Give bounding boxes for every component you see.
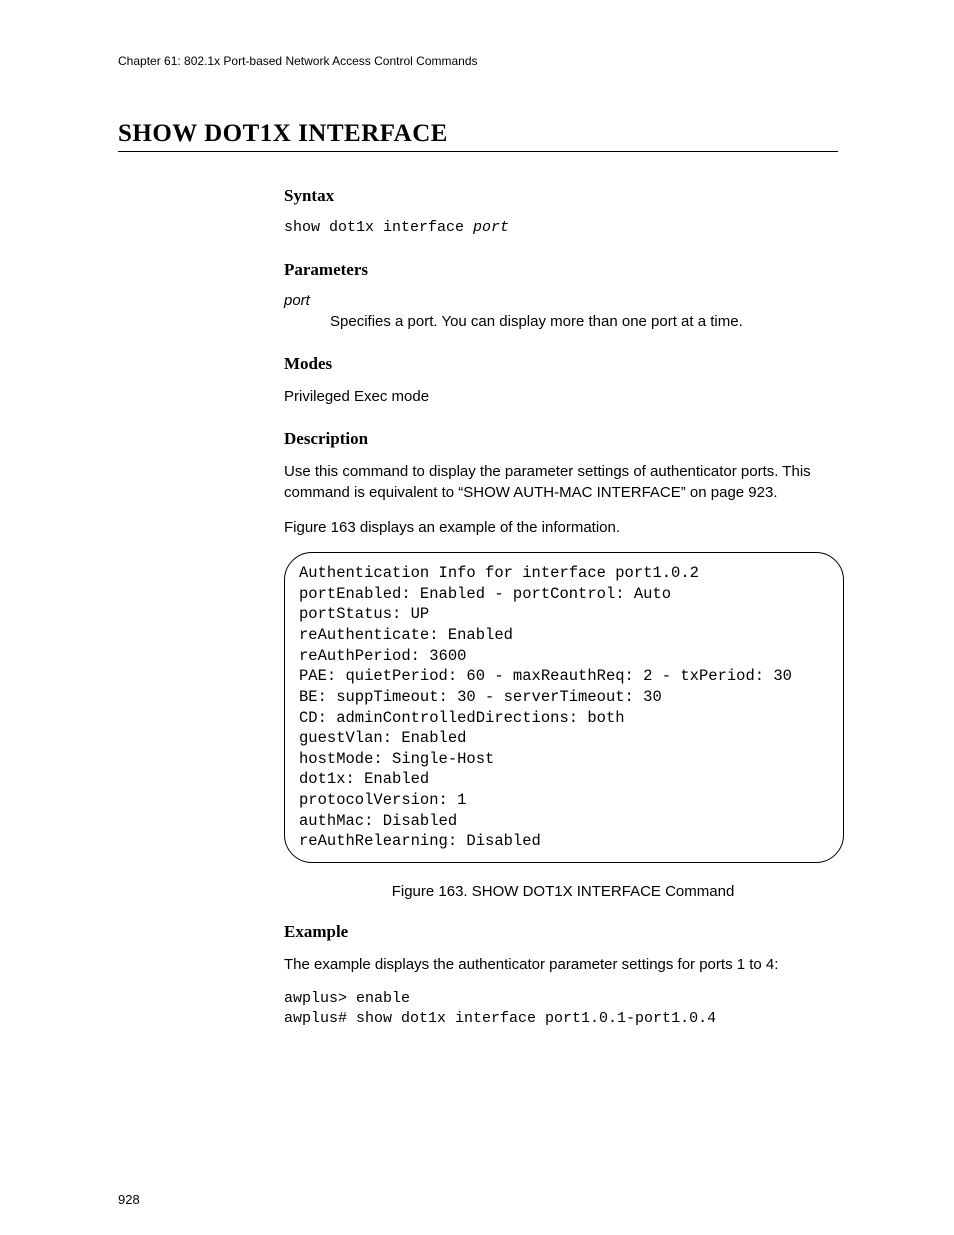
param-item: port Specifies a port. You can display m… <box>284 292 842 332</box>
description-heading: Description <box>284 429 842 449</box>
syntax-heading: Syntax <box>284 186 842 206</box>
param-desc: Specifies a port. You can display more t… <box>330 311 842 332</box>
figure-caption: Figure 163. SHOW DOT1X INTERFACE Command <box>284 883 842 900</box>
parameters-heading: Parameters <box>284 260 842 280</box>
modes-heading: Modes <box>284 354 842 374</box>
param-name: port <box>284 292 842 309</box>
example-heading: Example <box>284 922 842 942</box>
running-header: Chapter 61: 802.1x Port-based Network Ac… <box>118 54 838 68</box>
figure-output: Authentication Info for interface port1.… <box>299 563 829 852</box>
figure-wrap: Authentication Info for interface port1.… <box>284 552 842 863</box>
syntax-line: show dot1x interface port <box>284 218 842 238</box>
main-content: Syntax show dot1x interface port Paramet… <box>284 186 842 1029</box>
page-content: Chapter 61: 802.1x Port-based Network Ac… <box>118 54 838 1029</box>
command-title: SHOW DOT1X INTERFACE <box>118 120 838 152</box>
syntax-arg: port <box>473 219 509 236</box>
description-para1: Use this command to display the paramete… <box>284 461 842 503</box>
description-para2: Figure 163 displays an example of the in… <box>284 517 842 538</box>
modes-text: Privileged Exec mode <box>284 386 842 407</box>
page-number: 928 <box>118 1192 140 1207</box>
syntax-cmd: show dot1x interface <box>284 219 473 236</box>
example-code: awplus> enable awplus# show dot1x interf… <box>284 989 842 1030</box>
figure-box: Authentication Info for interface port1.… <box>284 552 844 863</box>
example-intro: The example displays the authenticator p… <box>284 954 842 975</box>
